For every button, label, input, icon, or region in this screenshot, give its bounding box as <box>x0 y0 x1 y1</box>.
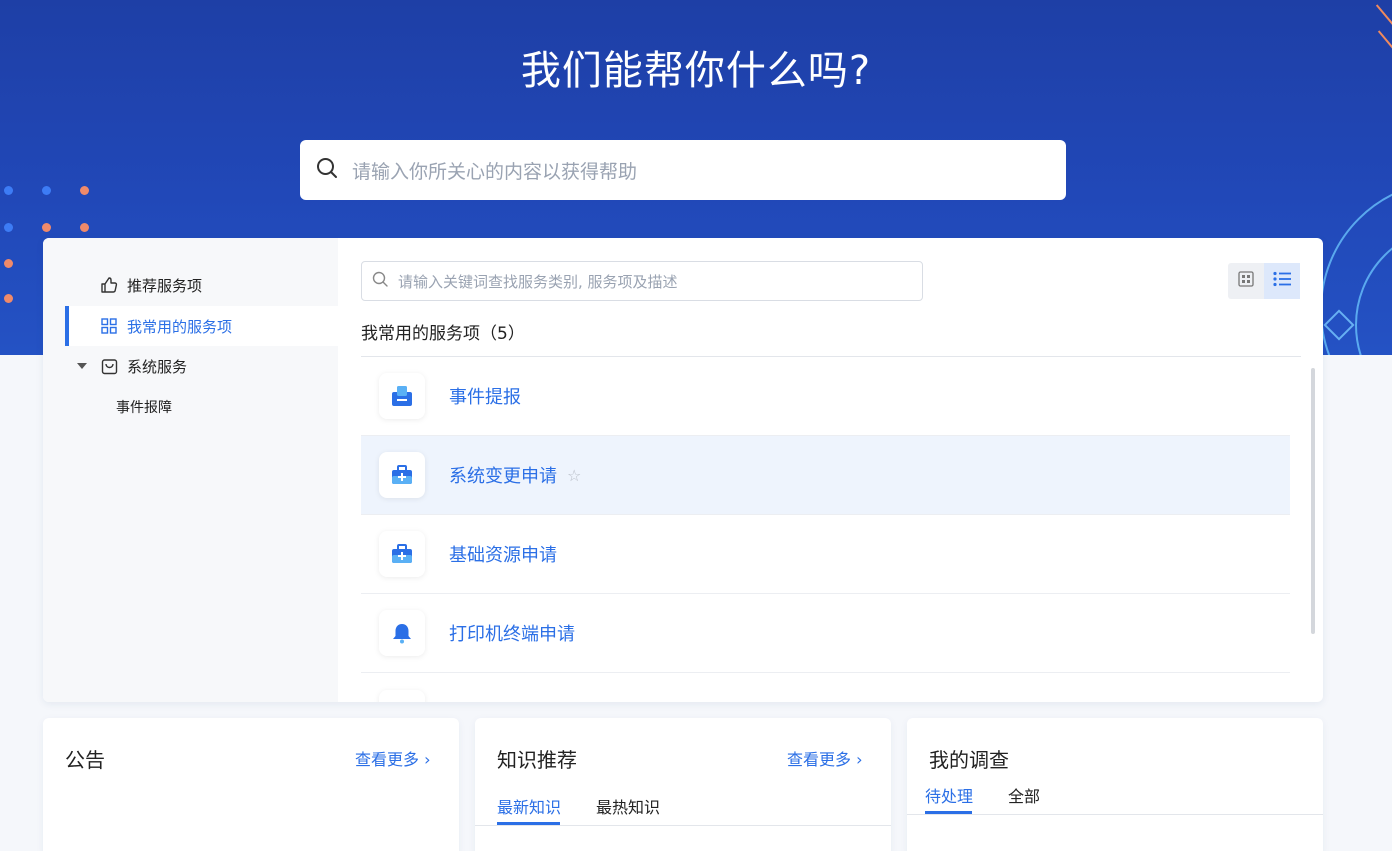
bag-icon <box>99 356 119 376</box>
divider <box>475 825 891 826</box>
service-label: 基础资源申请 <box>449 545 557 566</box>
thumbs-up-icon <box>99 275 119 295</box>
section-title: 我常用的服务项（5） <box>361 324 525 344</box>
sidebar-item-label: 推荐服务项 <box>127 276 203 295</box>
toolbox-icon <box>379 531 425 577</box>
view-more-label: 查看更多 <box>787 750 852 769</box>
grid-icon <box>1238 271 1254 291</box>
service-item[interactable] <box>361 673 1290 702</box>
service-label: 系统变更申请 <box>449 466 557 487</box>
star-icon[interactable]: ☆ <box>567 466 581 485</box>
survey-card: 我的调查 待处理 全部 <box>907 718 1323 851</box>
announcements-card: 公告 查看更多 › <box>43 718 459 851</box>
sidebar-item-label: 事件报障 <box>116 400 172 416</box>
search-icon <box>372 271 388 291</box>
grid-view-button[interactable] <box>1228 263 1264 299</box>
sidebar-subitem-incident[interactable]: 事件报障 <box>65 387 338 427</box>
sidebar-item-favorites[interactable]: 我常用的服务项 <box>65 306 338 346</box>
card-title: 知识推荐 <box>497 748 577 772</box>
service-item[interactable]: 事件提报 <box>361 357 1290 436</box>
tab-pending[interactable]: 待处理 <box>925 783 973 807</box>
list-icon <box>1273 271 1291 291</box>
service-list-panel: 请输入关键词查找服务类别, 服务项及描述 我常用的服务项（5） 事件提报 系统变… <box>361 238 1323 702</box>
search-placeholder: 请输入关键词查找服务类别, 服务项及描述 <box>398 272 678 291</box>
service-item[interactable]: 基础资源申请 <box>361 515 1290 594</box>
tab-latest[interactable]: 最新知识 <box>497 794 561 818</box>
tab-popular[interactable]: 最热知识 <box>596 794 660 818</box>
tab-all[interactable]: 全部 <box>1008 783 1040 807</box>
bell-icon <box>379 610 425 656</box>
toolbox-icon <box>379 452 425 498</box>
card-title: 我的调查 <box>929 748 1009 772</box>
chevron-right-icon: › <box>856 750 863 769</box>
hero-search-input[interactable]: 请输入你所关心的内容以获得帮助 <box>300 140 1066 200</box>
list-view-button[interactable] <box>1264 263 1300 299</box>
knowledge-card: 知识推荐 查看更多 › 最新知识 最热知识 <box>475 718 891 851</box>
sidebar-item-system-services[interactable]: 系统服务 <box>65 346 338 386</box>
service-label: 打印机终端申请 <box>449 624 575 645</box>
view-more-link[interactable]: 查看更多 › <box>787 746 863 770</box>
page-title: 我们能帮你什么吗? <box>520 48 872 94</box>
caret-down-icon[interactable] <box>77 362 91 370</box>
inbox-icon <box>379 373 425 419</box>
service-catalog-card: 推荐服务项 我常用的服务项 系统服务 事件报障 请输入关键词查找服务类别, 服务… <box>43 238 1323 702</box>
sidebar-item-label: 我常用的服务项 <box>127 317 233 336</box>
sidebar: 推荐服务项 我常用的服务项 系统服务 事件报障 <box>43 238 338 702</box>
service-icon <box>379 689 425 702</box>
decorative-stripe <box>1375 4 1392 26</box>
service-item[interactable]: 打印机终端申请 <box>361 594 1290 673</box>
view-toggle <box>1228 263 1300 299</box>
grid-icon <box>99 316 119 336</box>
sidebar-item-label: 系统服务 <box>127 357 188 376</box>
sidebar-item-recommended[interactable]: 推荐服务项 <box>65 265 338 305</box>
search-icon <box>316 157 338 183</box>
service-search-input[interactable]: 请输入关键词查找服务类别, 服务项及描述 <box>361 261 923 301</box>
divider <box>907 814 1323 815</box>
service-label: 事件提报 <box>449 387 521 408</box>
scrollbar[interactable] <box>1311 368 1315 634</box>
view-more-label: 查看更多 <box>355 750 420 769</box>
card-title: 公告 <box>65 748 105 772</box>
chevron-right-icon: › <box>424 750 431 769</box>
view-more-link[interactable]: 查看更多 › <box>355 746 431 770</box>
service-item[interactable]: 系统变更申请 ☆ <box>361 436 1290 515</box>
search-placeholder: 请输入你所关心的内容以获得帮助 <box>352 160 638 183</box>
